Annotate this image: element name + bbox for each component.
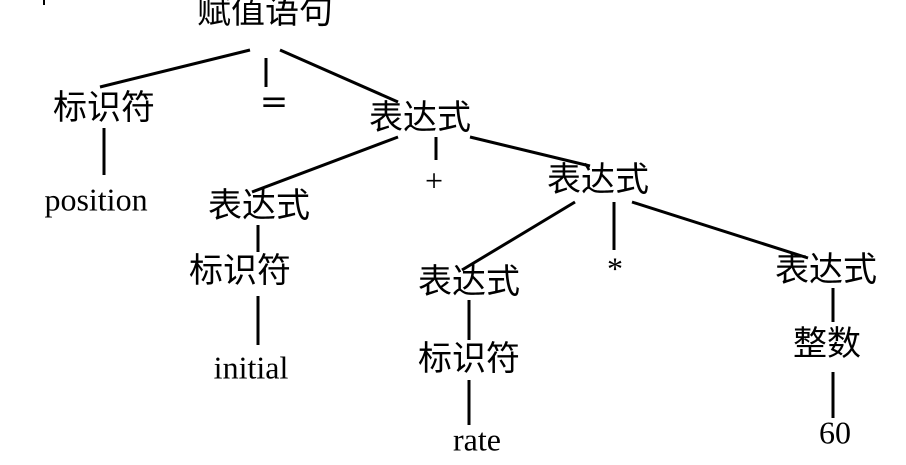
node-expression: 表达式 <box>208 186 310 226</box>
node-assignment-statement: 赋值语句 <box>197 0 333 32</box>
node-identifier: 标识符 <box>189 251 291 291</box>
node-integer: 整数 <box>793 324 861 364</box>
node-equals-sign: = <box>260 82 289 122</box>
node-initial: initial <box>214 349 289 385</box>
node-number-60: 60 <box>819 414 851 450</box>
node-expression: 表达式 <box>775 250 877 290</box>
node-identifier: 标识符 <box>418 339 520 379</box>
node-expression: 表达式 <box>369 98 471 138</box>
edge-expr3-expr4 <box>461 200 576 272</box>
node-expression: 表达式 <box>547 160 649 200</box>
node-rate: rate <box>453 421 501 457</box>
edge-root-id1 <box>99 48 251 89</box>
node-multiply-sign: * <box>607 250 623 286</box>
edge-root-expr1 <box>279 48 399 104</box>
node-expression: 表达式 <box>418 262 520 302</box>
parse-tree-diagram: 赋值语句 标识符 = 表达式 position 表达式 + 表达式 标识符 in… <box>43 0 877 457</box>
edge-expr1-expr2 <box>251 135 399 194</box>
node-identifier: 标识符 <box>53 88 155 128</box>
node-position: position <box>44 181 147 217</box>
node-plus-sign: + <box>425 162 443 198</box>
